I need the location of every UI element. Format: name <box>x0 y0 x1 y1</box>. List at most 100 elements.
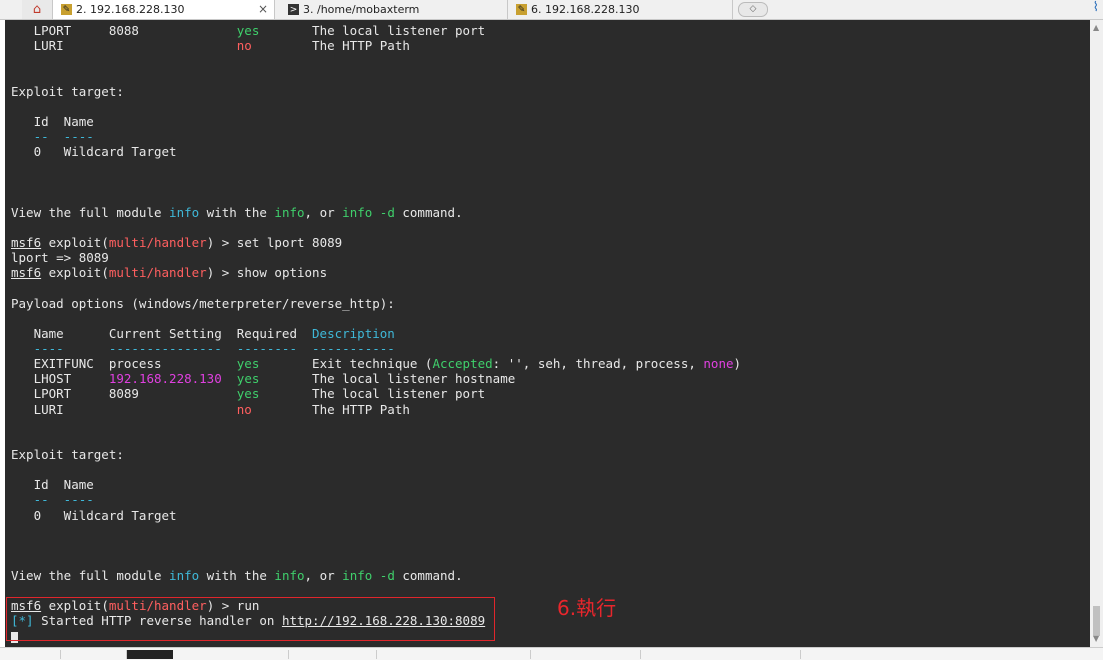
terminal-output[interactable]: LPORT 8088 yes The local listener port L… <box>5 20 1090 647</box>
terminal-text: LPORT 8089 <box>11 386 237 402</box>
terminal-line: lport => 8089 <box>11 250 741 265</box>
terminal-text: no <box>236 401 252 417</box>
tab-session-2[interactable]: ✎ 2. 192.168.228.130 × <box>53 0 275 19</box>
ssh-key-icon: ✎ <box>61 4 72 15</box>
terminal-text: with the <box>199 204 275 220</box>
terminal-text: Name Current Setting Required <box>11 325 313 341</box>
close-tab-icon[interactable]: × <box>258 2 268 16</box>
status-divider <box>800 650 801 659</box>
terminal-text: info <box>169 568 200 584</box>
tab-bar: ⌂ ✎ 2. 192.168.228.130 × > 3. /home/moba… <box>0 0 1103 20</box>
terminal-text: The local listener port <box>259 386 486 402</box>
terminal-text: -- ---- <box>11 128 94 144</box>
terminal-text: LURI <box>11 401 237 417</box>
terminal-text: 192.168.228.130 <box>108 371 222 387</box>
paperclip-icon[interactable]: ⌇ <box>1093 0 1099 15</box>
terminal-text: LURI <box>11 38 237 54</box>
vertical-scrollbar[interactable]: ▲ ▼ <box>1090 20 1103 647</box>
scroll-down-arrow-icon[interactable]: ▼ <box>1093 634 1099 643</box>
terminal-text: Payload options (windows/meterpreter/rev… <box>11 295 395 311</box>
terminal-text: msf6 <box>11 265 42 281</box>
terminal-line: -- ---- <box>11 492 741 507</box>
terminal-line: 0 Wildcard Target <box>11 144 741 159</box>
terminal-text: , or <box>304 204 343 220</box>
annotation-highlight-box <box>6 597 495 641</box>
status-divider <box>376 650 377 659</box>
terminal-text: : '', seh, thread, process, <box>492 356 704 372</box>
terminal-text: Description <box>312 325 395 341</box>
terminal-text: yes <box>236 371 260 387</box>
terminal-line: ---- --------------- -------- ----------… <box>11 341 741 356</box>
scrollbar-thumb[interactable] <box>1093 606 1100 636</box>
tab-label: 2. 192.168.228.130 <box>76 3 185 16</box>
terminal-text: Exit technique ( <box>259 356 433 372</box>
terminal-line: Exploit target: <box>11 447 741 462</box>
terminal-text: none <box>703 356 734 372</box>
terminal-line: LPORT 8088 yes The local listener port <box>11 23 741 38</box>
terminal-text: 0 Wildcard Target <box>11 507 177 523</box>
terminal-text: no <box>236 38 252 54</box>
terminal-line: View the full module info with the info,… <box>11 568 741 583</box>
terminal-line: Payload options (windows/meterpreter/rev… <box>11 296 741 311</box>
tab-session-6[interactable]: ✎ 6. 192.168.228.130 <box>508 0 733 19</box>
terminal-text: info <box>274 204 305 220</box>
tab-label: 3. /home/mobaxterm <box>303 3 420 16</box>
home-icon: ⌂ <box>32 2 42 17</box>
terminal-line: 0 Wildcard Target <box>11 508 741 523</box>
terminal-text: multi/handler <box>108 234 207 250</box>
terminal-text: View the full module <box>11 568 170 584</box>
terminal-line: EXITFUNC process yes Exit technique (Acc… <box>11 356 741 371</box>
terminal-line: LHOST 192.168.228.130 yes The local list… <box>11 371 741 386</box>
status-divider <box>640 650 641 659</box>
terminal-text: The HTTP Path <box>251 401 410 417</box>
terminal-text: msf6 <box>11 234 42 250</box>
home-tab[interactable]: ⌂ <box>22 0 53 19</box>
new-tab-button[interactable]: ◇ <box>738 2 768 17</box>
terminal-text: View the full module <box>11 204 170 220</box>
annotation-label: 6.執行 <box>557 596 617 620</box>
terminal-text: multi/handler <box>108 265 207 281</box>
terminal-text: LPORT 8088 <box>11 23 237 38</box>
terminal-text: info -d <box>342 568 395 584</box>
terminal-text: The local listener port <box>259 23 486 38</box>
terminal-text: yes <box>236 356 260 372</box>
terminal-text: Accepted <box>432 356 493 372</box>
terminal-text: command. <box>394 568 463 584</box>
scroll-up-arrow-icon[interactable]: ▲ <box>1093 23 1099 32</box>
terminal-text: info -d <box>342 204 395 220</box>
terminal-text: exploit( <box>41 265 109 281</box>
status-divider <box>60 650 61 659</box>
terminal-text: ) <box>733 356 742 372</box>
terminal-lines: LPORT 8088 yes The local listener port L… <box>11 23 741 644</box>
terminal-text: info <box>169 204 200 220</box>
terminal-text: The HTTP Path <box>251 38 410 54</box>
terminal-line: msf6 exploit(multi/handler) > set lport … <box>11 235 741 250</box>
terminal-text: Exploit target: <box>11 83 124 99</box>
terminal-text: command. <box>394 204 463 220</box>
terminal-text: ) > show options <box>206 265 328 281</box>
terminal-text: EXITFUNC process <box>11 356 237 372</box>
terminal-line: LPORT 8089 yes The local listener port <box>11 386 741 401</box>
status-divider <box>530 650 531 659</box>
status-segment <box>126 650 173 659</box>
terminal-text: exploit( <box>41 234 109 250</box>
terminal-text: ---- --------------- -------- ----------… <box>11 340 395 356</box>
tab-label: 6. 192.168.228.130 <box>531 3 640 16</box>
tab-session-3[interactable]: > 3. /home/mobaxterm <box>280 0 508 19</box>
terminal-line: msf6 exploit(multi/handler) > show optio… <box>11 265 741 280</box>
ssh-key-icon: ✎ <box>516 4 527 15</box>
terminal-line: Id Name <box>11 114 741 129</box>
